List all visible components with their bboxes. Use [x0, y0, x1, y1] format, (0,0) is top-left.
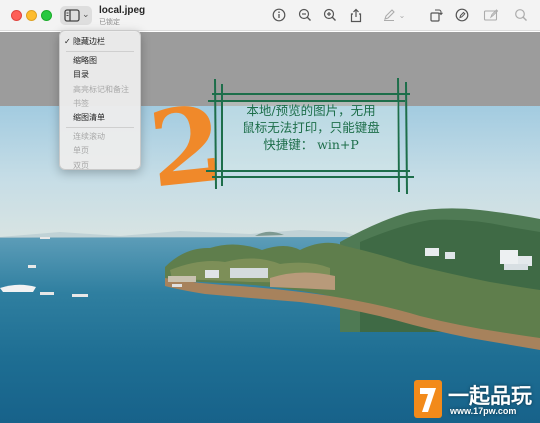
- menu-item-label: 高亮标记和备注: [73, 84, 129, 94]
- checkmark-icon: ✓: [64, 37, 71, 46]
- window-titlebar: ⌄ local.jpeg 已锁定 ⌄: [0, 0, 540, 31]
- chevron-down-icon: ⌄: [82, 9, 90, 19]
- sidebar-view-menu: ✓ 隐藏边栏 缩略图 目录 高亮标记和备注 书签 缩图清单 连续滚动 单页 双页: [59, 30, 141, 170]
- menu-item-label: 书签: [73, 98, 89, 108]
- menu-item-continuous-scroll: 连续滚动: [60, 130, 140, 144]
- menu-item-bookmarks: 书签: [60, 97, 140, 111]
- menu-item-label: 单页: [73, 146, 89, 156]
- annotate-icon[interactable]: [453, 6, 471, 24]
- menu-item-thumbnails[interactable]: 缩略图: [60, 54, 140, 68]
- minimize-window-button[interactable]: [26, 10, 37, 21]
- edit-frame-icon[interactable]: [482, 6, 500, 24]
- menu-item-label: 目录: [73, 70, 89, 80]
- menu-item-table-of-contents[interactable]: 目录: [60, 68, 140, 82]
- annotation-line: 鼠标无法打印，只能键盘: [242, 120, 380, 135]
- zoom-out-icon[interactable]: [296, 6, 314, 24]
- sidebar-icon: [64, 9, 80, 22]
- markup-pen-icon[interactable]: [380, 6, 398, 24]
- menu-item-single-page: 单页: [60, 144, 140, 158]
- document-title: local.jpeg: [99, 5, 146, 16]
- info-icon[interactable]: [270, 6, 288, 24]
- menu-item-label: 缩略图: [73, 56, 97, 66]
- share-icon[interactable]: [347, 6, 365, 24]
- watermark-url: www.17pw.com: [450, 406, 517, 416]
- sidebar-toggle-button[interactable]: ⌄: [60, 6, 92, 25]
- markup-chevron-icon[interactable]: ⌄: [397, 6, 407, 24]
- menu-separator: [66, 51, 134, 53]
- menu-item-highlights-notes: 高亮标记和备注: [60, 83, 140, 97]
- zoom-in-icon[interactable]: [321, 6, 339, 24]
- menu-item-label: 隐藏边栏: [73, 37, 105, 46]
- rotate-icon[interactable]: [427, 6, 445, 24]
- maximize-window-button[interactable]: [41, 10, 52, 21]
- annotation-line: 快捷键： win+P: [263, 137, 359, 152]
- annotation-text: 本地/预览的图片，无用 鼠标无法打印，只能键盘 快捷键： win+P: [216, 102, 406, 153]
- close-window-button[interactable]: [11, 10, 22, 21]
- menu-item-contact-sheet[interactable]: 缩图清单: [60, 111, 140, 125]
- menu-item-label: 双页: [73, 160, 89, 170]
- menu-item-hide-sidebar[interactable]: ✓ 隐藏边栏: [60, 35, 140, 49]
- document-status: 已锁定: [99, 19, 120, 26]
- annotation-line: 本地/预览的图片，无用: [246, 103, 376, 118]
- menu-item-two-pages: 双页: [60, 159, 140, 173]
- search-icon[interactable]: [512, 6, 530, 24]
- menu-item-label: 缩图清单: [73, 112, 105, 122]
- menu-separator: [66, 127, 134, 129]
- menu-item-label: 连续滚动: [73, 132, 105, 142]
